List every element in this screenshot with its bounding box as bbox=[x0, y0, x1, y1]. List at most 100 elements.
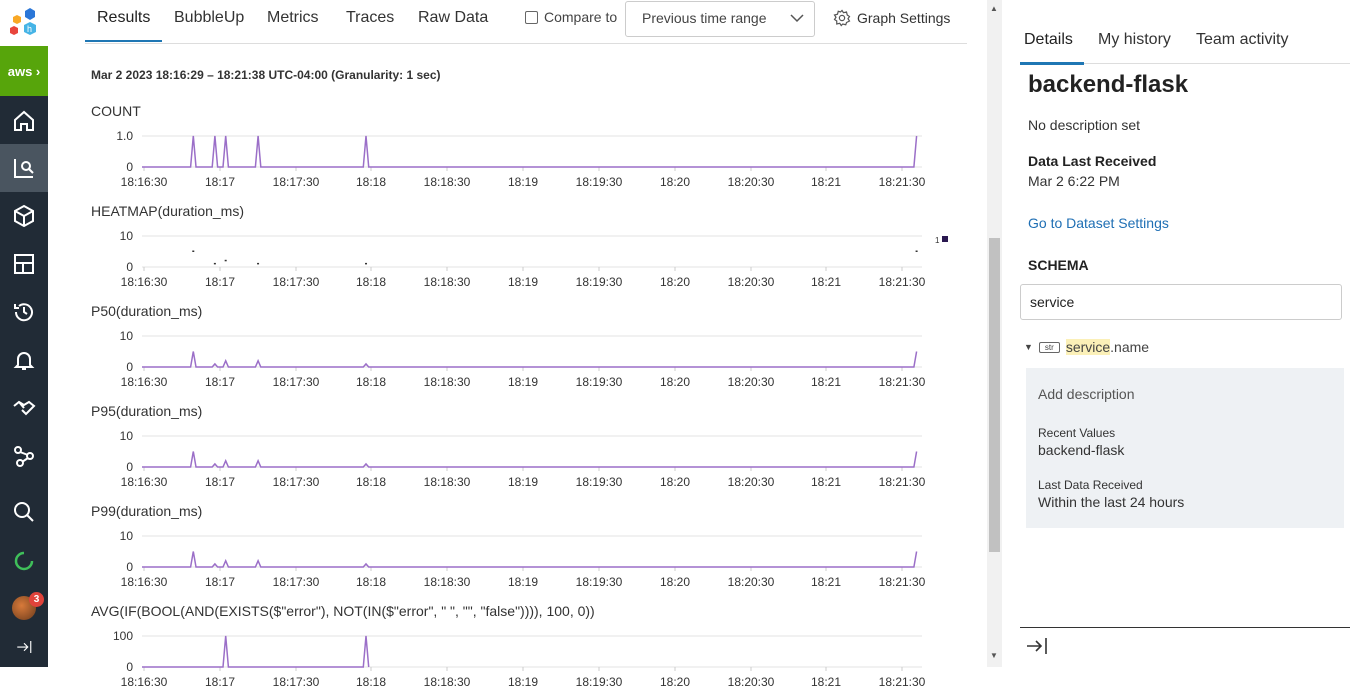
aws-environment-switcher[interactable]: aws › bbox=[0, 46, 48, 96]
x-tick-label: 18:20 bbox=[660, 575, 690, 589]
x-tick-label: 18:18:30 bbox=[424, 275, 471, 289]
last-received-value: Mar 2 6:22 PM bbox=[1028, 173, 1120, 189]
tab-traces[interactable]: Traces bbox=[346, 9, 394, 27]
series-line bbox=[142, 551, 918, 568]
y-tick-label: 0 bbox=[126, 660, 133, 674]
field-type-tag: str bbox=[1038, 341, 1060, 353]
x-tick-label: 18:19:30 bbox=[576, 475, 623, 489]
x-tick-label: 18:18:30 bbox=[424, 475, 471, 489]
y-tick-label: 0 bbox=[126, 560, 133, 574]
x-tick-label: 18:21:30 bbox=[879, 575, 926, 589]
x-tick-label: 18:18 bbox=[356, 575, 386, 589]
chart-title: COUNT bbox=[91, 103, 141, 119]
x-tick-label: 18:21:30 bbox=[879, 175, 926, 189]
x-tick-label: 18:17 bbox=[205, 675, 235, 689]
chevron-right-icon: › bbox=[32, 63, 41, 79]
compare-range-select[interactable]: Previous time range bbox=[625, 1, 815, 37]
x-tick-label: 18:21 bbox=[811, 675, 841, 689]
chart-title: P95(duration_ms) bbox=[91, 403, 203, 419]
heatmap-cell bbox=[257, 262, 260, 265]
x-tick-label: 18:19:30 bbox=[576, 275, 623, 289]
dataset-name: backend-flask bbox=[1028, 71, 1189, 98]
dataset-description: No description set bbox=[1028, 117, 1141, 133]
tab-raw-data[interactable]: Raw Data bbox=[418, 9, 488, 27]
x-tick-label: 18:17:30 bbox=[273, 175, 320, 189]
dataset-settings-link[interactable]: Go to Dataset Settings bbox=[1028, 215, 1169, 231]
x-tick-label: 18:19 bbox=[508, 175, 538, 189]
chart-plot[interactable]: 1.0 018:16:30 18:17 18:17:30 18:18 18:18:30 18… bbox=[0, 125, 960, 195]
schema-search-input[interactable]: service bbox=[1020, 284, 1342, 320]
tab-results[interactable]: Results bbox=[97, 9, 150, 27]
recent-values-label: Recent Values bbox=[1038, 426, 1116, 440]
tab-my-history[interactable]: My history bbox=[1098, 31, 1171, 49]
x-tick-label: 18:18:30 bbox=[424, 175, 471, 189]
x-tick-label: 18:17:30 bbox=[273, 275, 320, 289]
x-tick-label: 18:17 bbox=[205, 175, 235, 189]
x-tick-label: 18:21 bbox=[811, 475, 841, 489]
chart-plot[interactable]: 10 018:16:30 18:17 18:17:30 18:18 18:18:30 18:… bbox=[0, 425, 960, 495]
x-tick-label: 18:18:30 bbox=[424, 575, 471, 589]
graph-settings-label: Graph Settings bbox=[857, 10, 951, 26]
field-details: Add description Recent Values backend-fl… bbox=[1026, 368, 1344, 528]
schema-field-row[interactable]: ▼ str service.name bbox=[1024, 339, 1149, 355]
x-tick-label: 18:20:30 bbox=[728, 675, 775, 689]
scrollbar[interactable]: ▲ ▼ bbox=[987, 0, 1002, 667]
chart-plot[interactable]: 10 018:16:30 18:17 18:17:30 18:18 18:18:30 18:… bbox=[0, 325, 960, 395]
chevron-down-icon bbox=[790, 14, 804, 23]
y-tick-label: 10 bbox=[120, 329, 134, 343]
x-tick-label: 18:17 bbox=[205, 475, 235, 489]
heatmap-cell bbox=[365, 262, 368, 265]
collapse-panel-icon[interactable] bbox=[1026, 636, 1048, 661]
x-tick-label: 18:17 bbox=[205, 275, 235, 289]
chart-plot[interactable]: 10 018:16:30 18:17 18:17:30 18:18 18:18:30 18:… bbox=[0, 525, 960, 595]
chart-plot[interactable]: 10 018:16:30 18:17 18:17:30 18:18 18:18:30 18:… bbox=[0, 225, 960, 295]
x-tick-label: 18:21:30 bbox=[879, 675, 926, 689]
y-tick-label: 10 bbox=[120, 429, 134, 443]
x-tick-label: 18:17:30 bbox=[273, 475, 320, 489]
x-tick-label: 18:21:30 bbox=[879, 375, 926, 389]
heatmap-legend-label: 1 bbox=[935, 236, 940, 245]
x-tick-label: 18:19:30 bbox=[576, 675, 623, 689]
scroll-up-icon[interactable]: ▲ bbox=[990, 4, 998, 13]
x-tick-label: 18:19 bbox=[508, 575, 538, 589]
x-tick-label: 18:20:30 bbox=[728, 275, 775, 289]
x-tick-label: 18:18:30 bbox=[424, 675, 471, 689]
x-tick-label: 18:18 bbox=[356, 475, 386, 489]
x-tick-label: 18:20:30 bbox=[728, 575, 775, 589]
compare-toggle[interactable]: Compare to bbox=[525, 9, 617, 25]
active-tab-indicator bbox=[85, 40, 162, 42]
x-tick-label: 18:19:30 bbox=[576, 175, 623, 189]
x-tick-label: 18:21 bbox=[811, 275, 841, 289]
recent-values-value: backend-flask bbox=[1038, 442, 1125, 458]
compare-label: Compare to bbox=[544, 9, 618, 25]
field-name-rest: .name bbox=[1110, 339, 1150, 355]
scroll-down-icon[interactable]: ▼ bbox=[990, 651, 998, 660]
scrollbar-thumb[interactable] bbox=[989, 238, 1000, 552]
last-data-label: Last Data Received bbox=[1038, 478, 1143, 492]
x-tick-label: 18:17:30 bbox=[273, 375, 320, 389]
details-panel: Details My history Team activity backend… bbox=[1002, 0, 1366, 667]
tab-details[interactable]: Details bbox=[1024, 31, 1073, 49]
chart-plot[interactable]: 100 018:16:30 18:17 18:17:30 18:18 18:18:30 18… bbox=[0, 625, 960, 695]
heatmap-cell bbox=[192, 250, 195, 252]
x-tick-label: 18:19:30 bbox=[576, 375, 623, 389]
heatmap-cell bbox=[213, 262, 216, 265]
chart-title: P99(duration_ms) bbox=[91, 503, 203, 519]
honeycomb-logo[interactable]: h bbox=[0, 0, 48, 46]
y-tick-label: 0 bbox=[126, 460, 133, 474]
x-tick-label: 18:18 bbox=[356, 675, 386, 689]
field-name-highlight: service bbox=[1065, 339, 1111, 355]
graph-settings-button[interactable]: Graph Settings bbox=[833, 9, 950, 27]
x-tick-label: 18:19:30 bbox=[576, 575, 623, 589]
compare-checkbox[interactable] bbox=[525, 10, 538, 24]
x-tick-label: 18:16:30 bbox=[121, 475, 168, 489]
tab-team-activity[interactable]: Team activity bbox=[1196, 31, 1288, 49]
tab-bubbleup[interactable]: BubbleUp bbox=[174, 9, 244, 27]
tab-metrics[interactable]: Metrics bbox=[267, 9, 319, 27]
add-description-field[interactable]: Add description bbox=[1038, 386, 1135, 402]
x-tick-label: 18:16:30 bbox=[121, 275, 168, 289]
x-tick-label: 18:17 bbox=[205, 575, 235, 589]
caret-down-icon[interactable]: ▼ bbox=[1024, 342, 1033, 352]
y-tick-label: 10 bbox=[120, 229, 134, 243]
x-tick-label: 18:20:30 bbox=[728, 175, 775, 189]
